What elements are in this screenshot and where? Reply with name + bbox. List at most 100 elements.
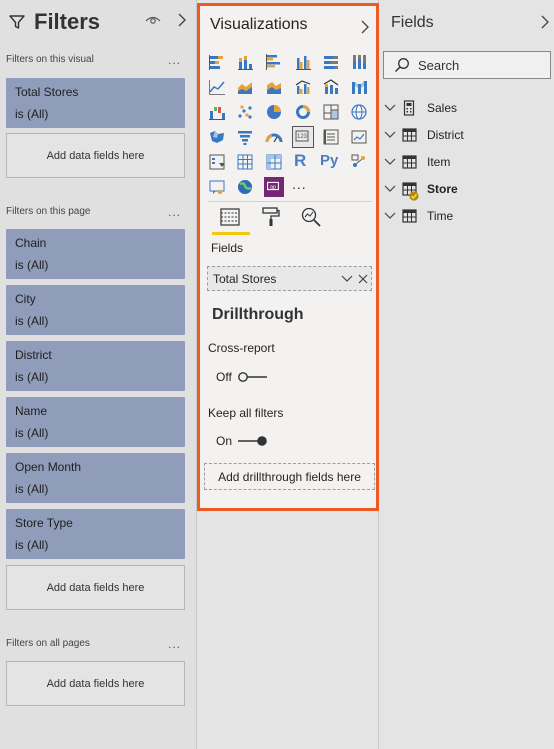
field-table-sales[interactable]: Sales: [379, 97, 554, 119]
funnel-icon: [9, 15, 25, 29]
donut-chart-icon[interactable]: [294, 103, 312, 121]
line-clustered-column-icon[interactable]: [294, 78, 312, 96]
card-icon[interactable]: 123: [292, 126, 314, 148]
expand-chevron-icon[interactable]: [384, 104, 396, 112]
filter-card-name: Open Month: [15, 460, 82, 474]
visualizations-pane: Visualizations 123 R Py ap ... Fields To…: [197, 3, 379, 511]
waterfall-chart-icon[interactable]: [208, 103, 226, 121]
cross-report-toggle[interactable]: [237, 370, 269, 384]
active-tab-indicator: [212, 232, 250, 235]
expand-chevron-icon[interactable]: [384, 185, 396, 193]
field-table-name: District: [427, 128, 464, 142]
field-table-store[interactable]: Store: [379, 178, 554, 201]
filter-card-city[interactable]: City is (All): [6, 285, 185, 335]
more-options-all[interactable]: ...: [168, 637, 181, 651]
filter-card-store-type[interactable]: Store Type is (All): [6, 509, 185, 559]
keep-filters-toggle[interactable]: [237, 434, 269, 448]
slicer-icon[interactable]: [208, 153, 226, 171]
scatter-chart-icon[interactable]: [236, 103, 254, 121]
remove-field-icon[interactable]: [358, 274, 368, 284]
search-input[interactable]: [418, 57, 543, 74]
add-report-filter-well[interactable]: Add data fields here: [6, 661, 185, 706]
field-pill-total-stores: Total Stores: [213, 272, 277, 286]
power-apps-icon[interactable]: ap: [264, 177, 284, 197]
fields-tab-icon[interactable]: [219, 206, 241, 228]
section-label-page: Filters on this page: [6, 206, 91, 217]
filter-card-name: Name: [15, 404, 48, 418]
chevron-down-icon[interactable]: [341, 275, 353, 283]
more-visuals-icon[interactable]: ...: [292, 175, 310, 193]
filter-card-name-field[interactable]: Name is (All): [6, 397, 185, 447]
analytics-magnifier-icon[interactable]: [300, 206, 322, 228]
map-icon[interactable]: [350, 103, 368, 121]
checkmark-badge-icon: [409, 191, 419, 201]
table-icon[interactable]: [236, 153, 254, 171]
r-visual-icon[interactable]: R: [294, 152, 312, 170]
field-table-district[interactable]: District: [379, 124, 554, 146]
fields-pane: Fields Sales District Item Store Time: [379, 0, 554, 749]
field-table-time[interactable]: Time: [379, 205, 554, 227]
more-options-page[interactable]: ...: [168, 205, 181, 219]
stacked-area-chart-icon[interactable]: [265, 78, 283, 96]
arcgis-map-icon[interactable]: [236, 178, 254, 196]
field-table-name: Item: [427, 155, 451, 169]
fields-search[interactable]: [383, 51, 551, 79]
expand-chevron-icon[interactable]: [384, 158, 396, 166]
collapse-visualizations-chevron-icon[interactable]: [361, 20, 369, 34]
stacked-bar-chart-icon[interactable]: [208, 53, 226, 71]
fields-well[interactable]: Total Stores: [207, 266, 372, 291]
field-table-item[interactable]: Item: [379, 151, 554, 173]
kpi-icon[interactable]: [350, 128, 368, 146]
filter-card-chain[interactable]: Chain is (All): [6, 229, 185, 279]
filter-card-open-month[interactable]: Open Month is (All): [6, 453, 185, 503]
stacked-column-chart-icon[interactable]: [236, 53, 254, 71]
gauge-icon[interactable]: [265, 128, 283, 146]
expand-chevron-icon[interactable]: [384, 212, 396, 220]
100-stacked-bar-chart-icon[interactable]: [322, 53, 340, 71]
filter-card-name: City: [15, 292, 36, 306]
funnel-icon[interactable]: [236, 128, 254, 146]
area-chart-icon[interactable]: [236, 78, 254, 96]
more-options-visual[interactable]: ...: [168, 53, 181, 67]
pie-chart-icon[interactable]: [265, 103, 283, 121]
filter-card-total-stores[interactable]: Total Stores is (All): [6, 78, 185, 128]
svg-text:123: 123: [297, 134, 308, 140]
filter-card-value: is (All): [15, 482, 49, 496]
filter-card-value: is (All): [15, 426, 49, 440]
key-influencers-icon[interactable]: [350, 153, 368, 171]
add-page-filter-well[interactable]: Add data fields here: [6, 565, 185, 610]
add-drillthrough-well[interactable]: Add drillthrough fields here: [204, 463, 375, 490]
add-visual-filter-well[interactable]: Add data fields here: [6, 133, 185, 178]
expand-chevron-icon[interactable]: [384, 131, 396, 139]
multi-row-card-icon[interactable]: [322, 128, 340, 146]
filter-card-name: Total Stores: [15, 85, 79, 99]
100-stacked-column-chart-icon[interactable]: [350, 53, 368, 71]
format-paint-roller-icon[interactable]: [260, 206, 282, 228]
collapse-fields-chevron-icon[interactable]: [541, 15, 549, 29]
collapse-filters-chevron-icon[interactable]: [177, 13, 187, 27]
filter-card-name: Chain: [15, 236, 47, 250]
filter-card-name: District: [15, 348, 52, 362]
filter-card-value: is (All): [15, 538, 49, 552]
filter-card-value: is (All): [15, 107, 49, 121]
table-icon: [402, 155, 417, 169]
qa-icon[interactable]: [208, 178, 226, 196]
filled-map-icon[interactable]: [208, 128, 226, 146]
line-stacked-column-icon[interactable]: [322, 78, 340, 96]
line-chart-icon[interactable]: [208, 78, 226, 96]
python-visual-icon[interactable]: Py: [320, 152, 342, 170]
svg-text:ap: ap: [270, 184, 276, 190]
eye-icon[interactable]: [145, 14, 161, 26]
filter-card-name: Store Type: [15, 516, 73, 530]
clustered-bar-chart-icon[interactable]: [265, 53, 283, 71]
matrix-icon[interactable]: [265, 153, 283, 171]
section-label-all: Filters on all pages: [6, 638, 90, 649]
clustered-column-chart-icon[interactable]: [294, 53, 312, 71]
filters-title: Filters: [34, 9, 101, 34]
gallery-divider: [208, 201, 372, 202]
filters-pane: Filters Filters on this visual ... Total…: [0, 0, 197, 749]
filter-card-district[interactable]: District is (All): [6, 341, 185, 391]
ribbon-chart-icon[interactable]: [350, 78, 368, 96]
drillthrough-title: Drillthrough: [212, 306, 304, 323]
treemap-icon[interactable]: [322, 103, 340, 121]
